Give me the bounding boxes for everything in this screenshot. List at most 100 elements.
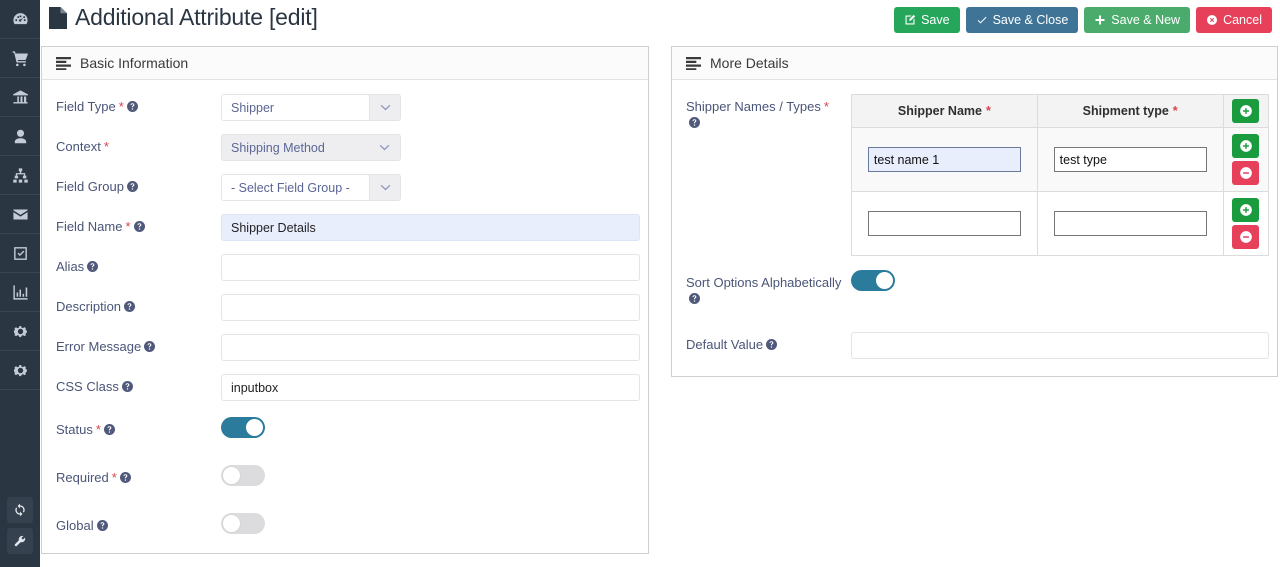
save-button[interactable]: Save (894, 7, 960, 33)
remove-row-button[interactable] (1232, 161, 1260, 185)
sidebar-item-users[interactable] (0, 117, 40, 156)
default-value-input[interactable] (851, 332, 1269, 359)
required-row: Required * (42, 465, 648, 491)
required-label-text: Required (56, 470, 109, 485)
more-details-panel: More Details Shipper Names / Types * Ship… (671, 46, 1278, 377)
css-class-input[interactable]: inputbox (221, 374, 640, 401)
save-and-close-button[interactable]: Save & Close (965, 7, 1079, 33)
sidebar-item-messages[interactable] (0, 195, 40, 234)
sidebar-item-tasks[interactable] (0, 234, 40, 273)
field-type-label: Field Type * (56, 94, 221, 115)
default-value-label-text: Default Value (686, 337, 764, 352)
plus-circle-icon (1239, 203, 1253, 217)
sidebar-item-structure[interactable] (0, 156, 40, 195)
shipper-names-label: Shipper Names / Types * (686, 94, 851, 131)
remove-row-button[interactable] (1232, 225, 1260, 249)
required-asterisk: * (103, 139, 109, 154)
cancel-button[interactable]: Cancel (1196, 7, 1272, 33)
add-row-button[interactable] (1232, 198, 1260, 222)
check-icon (976, 14, 988, 26)
cell-shipper-name (851, 191, 1038, 256)
sidebar-refresh-button[interactable] (7, 497, 33, 523)
field-type-row: Field Type * Shipper (42, 94, 648, 121)
help-icon (121, 381, 133, 392)
cancel-button-label: Cancel (1223, 13, 1262, 27)
sort-options-control (851, 270, 1277, 296)
check-square-icon (12, 245, 29, 262)
error-message-input[interactable] (221, 334, 640, 361)
sidebar-tools-button[interactable] (7, 528, 33, 554)
context-control: Shipping Method (221, 134, 648, 161)
bank-icon (12, 89, 29, 106)
required-toggle[interactable] (221, 465, 265, 486)
action-buttons: Save Save & Close Save & New Cancel (894, 7, 1272, 33)
sidebar-item-sales[interactable] (0, 39, 40, 78)
add-row-button[interactable] (1232, 134, 1260, 158)
envelope-icon (12, 206, 29, 223)
sidebar-item-reports[interactable] (0, 273, 40, 312)
more-details-panel-header: More Details (672, 47, 1277, 80)
status-row: Status * (42, 417, 648, 443)
status-toggle[interactable] (221, 417, 265, 438)
save-and-new-button[interactable]: Save & New (1084, 7, 1191, 33)
field-name-label: Field Name * (56, 214, 221, 235)
gear-icon (12, 362, 29, 379)
field-type-label-text: Field Type (56, 99, 116, 114)
field-group-select-value: - Select Field Group - (222, 175, 369, 200)
context-select[interactable]: Shipping Method (221, 134, 401, 161)
shipper-name-input[interactable]: test name 1 (867, 147, 1021, 172)
list-bars-icon (56, 56, 71, 70)
field-type-control: Shipper (221, 94, 648, 121)
chevron-down-icon[interactable] (369, 95, 400, 120)
shopping-cart-icon (12, 50, 29, 67)
global-toggle[interactable] (221, 513, 265, 534)
default-value-row: Default Value (672, 332, 1277, 359)
field-type-select[interactable]: Shipper (221, 94, 401, 121)
field-name-row: Field Name * Shipper Details (42, 214, 648, 241)
sidebar-item-configuration[interactable] (0, 351, 40, 390)
minus-circle-icon (1239, 166, 1253, 180)
sidebar (0, 0, 40, 567)
description-input[interactable] (221, 294, 640, 321)
sidebar-item-accounts[interactable] (0, 78, 40, 117)
sort-options-row: Sort Options Alphabetically (672, 270, 1277, 307)
shipper-name-input[interactable] (867, 211, 1021, 236)
alias-control (221, 254, 648, 281)
chevron-down-icon[interactable] (369, 135, 400, 160)
field-group-control: - Select Field Group - (221, 174, 648, 201)
chevron-down-icon[interactable] (369, 175, 400, 200)
default-value-control (851, 332, 1277, 359)
global-label: Global (56, 513, 221, 534)
sort-options-toggle[interactable] (851, 270, 895, 291)
required-label: Required * (56, 465, 221, 486)
shipper-names-table-wrap: Shipper Name * Shipment type * test name… (851, 94, 1277, 256)
css-class-label: CSS Class (56, 374, 221, 395)
sidebar-item-settings[interactable] (0, 312, 40, 351)
alias-input[interactable] (221, 254, 640, 281)
file-icon (48, 6, 68, 30)
column-header-shipment-type-text: Shipment type (1082, 104, 1169, 118)
sidebar-item-dashboard[interactable] (0, 0, 40, 39)
required-asterisk: * (823, 99, 829, 114)
table-row (851, 191, 1270, 256)
field-name-input[interactable]: Shipper Details (221, 214, 640, 241)
times-circle-icon (1206, 14, 1218, 26)
default-value-label: Default Value (686, 332, 851, 353)
required-asterisk: * (118, 99, 124, 114)
basic-information-panel: Basic Information Field Type * Shipper Co… (41, 46, 649, 554)
shipper-names-row: Shipper Names / Types * Shipper Name * Shi… (672, 94, 1277, 256)
page-title: Additional Attribute [edit] (75, 4, 318, 30)
status-label-text: Status (56, 422, 93, 437)
field-group-select[interactable]: - Select Field Group - (221, 174, 401, 201)
save-and-new-button-label: Save & New (1111, 13, 1181, 27)
basic-information-panel-title: Basic Information (80, 55, 189, 71)
field-type-select-value: Shipper (222, 95, 369, 120)
global-row: Global (42, 513, 648, 539)
error-message-label-text: Error Message (56, 339, 142, 354)
shipment-type-input[interactable] (1053, 211, 1207, 236)
add-row-header-button[interactable] (1232, 99, 1260, 123)
list-bars-icon (686, 56, 701, 70)
css-class-control: inputbox (221, 374, 648, 401)
column-header-shipment-type: Shipment type * (1036, 94, 1224, 128)
shipment-type-input[interactable]: test type (1053, 147, 1207, 172)
